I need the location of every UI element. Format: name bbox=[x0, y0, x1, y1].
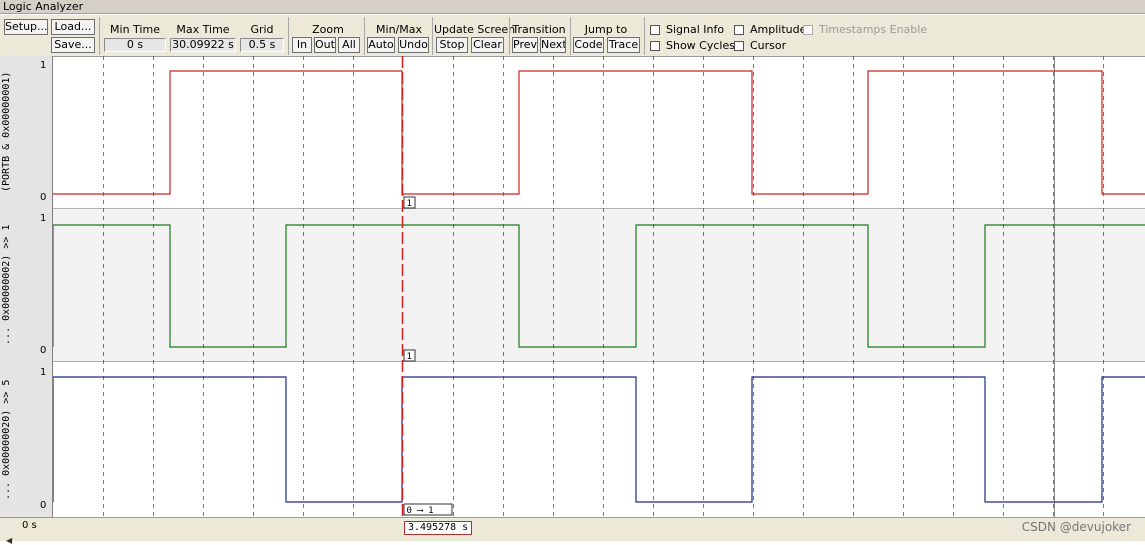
waveform-plot[interactable]: 1 1 0 ⟶ 1 bbox=[53, 56, 1145, 517]
zoom-label: Zoom bbox=[312, 23, 344, 36]
watermark: CSDN @devujoker bbox=[1021, 520, 1131, 534]
signal-1-name: ... 0x00000002) >> 1 bbox=[1, 224, 12, 346]
signal-2-low: 0 bbox=[40, 500, 47, 511]
transition-label: Transition bbox=[512, 23, 566, 36]
timeline-start: 0 s bbox=[22, 520, 37, 531]
signal-1-high: 1 bbox=[40, 213, 47, 224]
signal-0-transition-marker: 1 bbox=[403, 196, 416, 209]
signal-0-waveform bbox=[53, 70, 1145, 195]
jump-to-label: Jump to bbox=[584, 23, 628, 36]
zoom-out-button[interactable]: Out bbox=[314, 37, 336, 53]
cursor-checkbox[interactable] bbox=[734, 41, 744, 51]
window-title: Logic Analyzer bbox=[0, 0, 1145, 14]
signal-info-checkbox[interactable] bbox=[650, 25, 660, 35]
zoom-all-button[interactable]: All bbox=[338, 37, 360, 53]
signal-2-name: ... 0x00000020) >> 5 bbox=[1, 379, 12, 500]
signal-1-transition-marker: 1 bbox=[403, 349, 416, 362]
amplitude-label: Amplitude bbox=[750, 23, 807, 36]
separator bbox=[509, 17, 510, 55]
signal-2-transition-marker: 0 ⟶ 1 bbox=[403, 503, 453, 516]
show-cycles-checkbox[interactable] bbox=[650, 41, 660, 51]
undo-button[interactable]: Undo bbox=[398, 37, 429, 53]
min-time-value: 0 s bbox=[104, 38, 166, 52]
signal-2-high: 1 bbox=[40, 367, 47, 378]
separator bbox=[288, 17, 289, 55]
max-time-label: Max Time bbox=[176, 23, 230, 36]
separator bbox=[570, 17, 571, 55]
clear-button[interactable]: Clear bbox=[471, 37, 504, 53]
lane-background bbox=[53, 209, 1145, 362]
scroll-left-icon[interactable]: ◀ bbox=[6, 536, 12, 545]
code-button[interactable]: Code bbox=[573, 37, 604, 53]
separator bbox=[364, 17, 365, 55]
grid-label: Grid bbox=[250, 23, 274, 36]
timestamps-label: Timestamps Enable bbox=[819, 23, 928, 36]
max-time-value: 30.09922 s bbox=[170, 38, 236, 52]
zoom-in-button[interactable]: In bbox=[292, 37, 312, 53]
timeline-bar[interactable]: 0 s 3.495278 s CSDN @devujoker ◀ bbox=[0, 517, 1145, 545]
show-cycles-label: Show Cycles bbox=[666, 39, 735, 52]
setup-button[interactable]: Setup... bbox=[4, 19, 48, 35]
separator bbox=[432, 17, 433, 55]
cursor-time-readout: 3.495278 s bbox=[404, 521, 473, 535]
toolbar: Setup... Load... Save... Min Time 0 s Ma… bbox=[0, 15, 1145, 57]
signal-1-low: 0 bbox=[40, 345, 47, 356]
auto-button[interactable]: Auto bbox=[367, 37, 395, 53]
stop-button[interactable]: Stop bbox=[436, 37, 468, 53]
timestamps-checkbox[interactable] bbox=[803, 25, 813, 35]
waveform-area[interactable]: (PORTB & 0x00000001) 1 0 ... 0x00000002)… bbox=[0, 56, 1145, 517]
next-button[interactable]: Next bbox=[540, 37, 566, 53]
grid-value: 0.5 s bbox=[240, 38, 284, 52]
load-button[interactable]: Load... bbox=[51, 19, 95, 35]
minmax-label: Min/Max bbox=[376, 23, 422, 36]
separator bbox=[99, 17, 100, 55]
cursor-label: Cursor bbox=[750, 39, 787, 52]
signal-1-marker-text: 1 bbox=[407, 352, 412, 362]
trace-button[interactable]: Trace bbox=[607, 37, 640, 53]
signal-0-low: 0 bbox=[40, 192, 47, 203]
signal-0-high: 1 bbox=[40, 60, 47, 71]
save-button[interactable]: Save... bbox=[51, 37, 95, 53]
signal-0-name: (PORTB & 0x00000001) bbox=[1, 71, 12, 193]
amplitude-checkbox[interactable] bbox=[734, 25, 744, 35]
signal-2-marker-text: 0 ⟶ 1 bbox=[407, 506, 434, 516]
update-screen-label: Update Screen bbox=[434, 23, 516, 36]
signal-0-marker-text: 1 bbox=[407, 199, 412, 209]
signal-2-waveform bbox=[53, 376, 1145, 503]
signal-info-label: Signal Info bbox=[666, 23, 725, 36]
separator bbox=[644, 17, 645, 55]
prev-button[interactable]: Prev bbox=[512, 37, 538, 53]
min-time-label: Min Time bbox=[110, 23, 160, 36]
